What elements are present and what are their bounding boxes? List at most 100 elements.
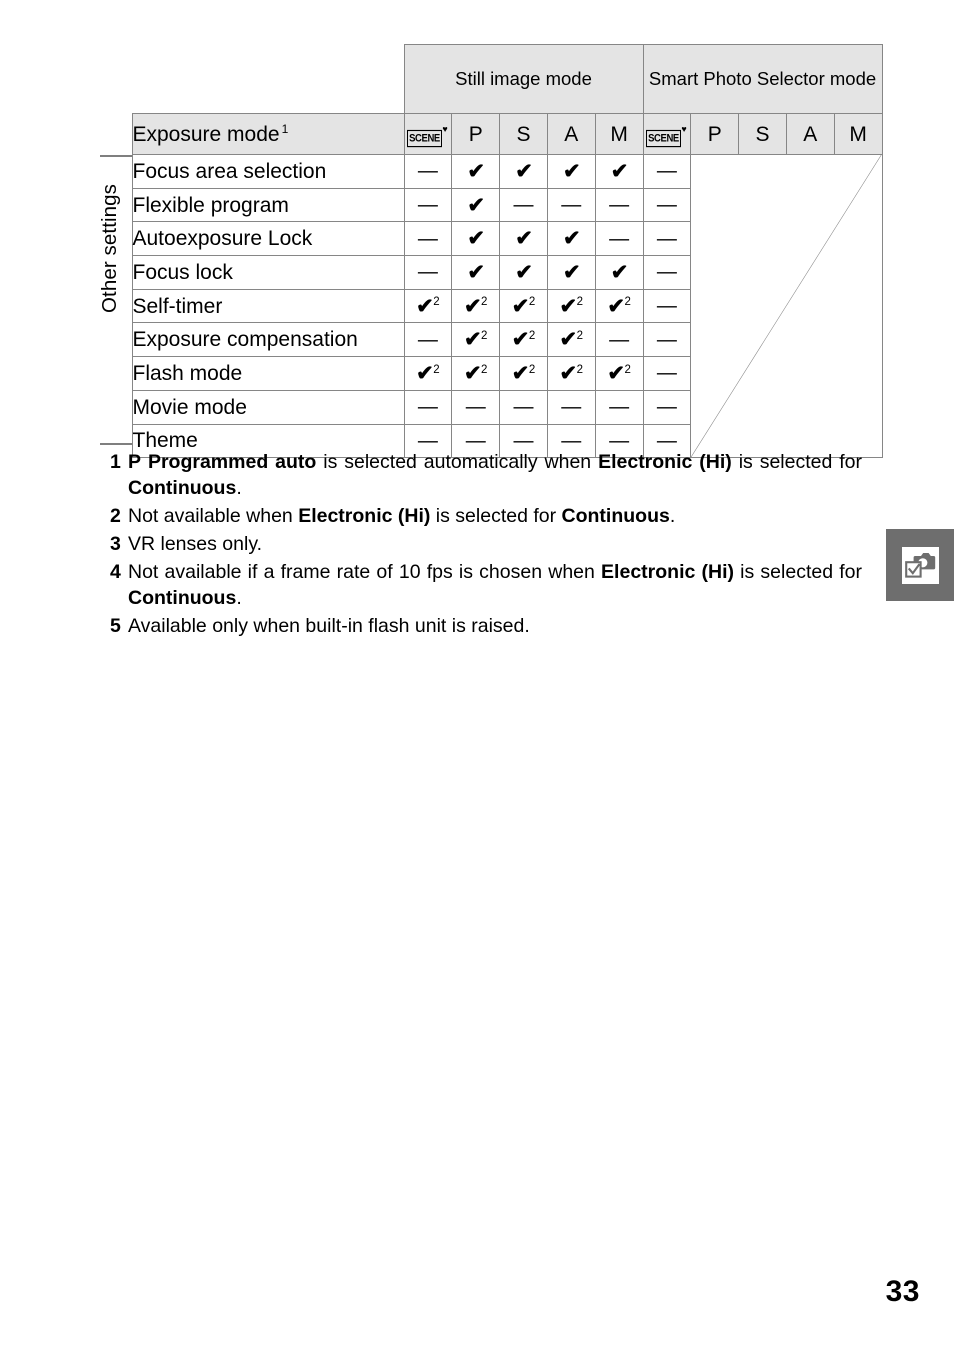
cell: ✔ [546, 221, 596, 257]
scene-icon: SCENE [645, 128, 682, 147]
dash-icon: — [417, 194, 438, 217]
cell: — [642, 154, 692, 189]
cell-footnote-ref: 2 [624, 296, 631, 309]
check-icon: ✔ [416, 361, 434, 385]
dash-icon: — [656, 160, 677, 183]
footnote-item: 3 VR lenses only. [110, 532, 862, 558]
scene-icon: SCENE [406, 128, 443, 147]
cell: — [642, 187, 692, 223]
cell-footnote-ref: 2 [528, 363, 536, 376]
cell: ✔2 [403, 356, 453, 391]
mode-col-header-a-still: A [546, 113, 596, 155]
cell: ✔2 [451, 288, 501, 324]
exposure-mode-matrix-table: Other settings Still image mode Smart Ph… [98, 44, 883, 459]
cell: ✔ [594, 255, 644, 290]
footnote-number: 5 [110, 614, 121, 637]
cell: ✔ [546, 154, 596, 189]
check-icon: ✔ [559, 361, 578, 385]
cell: — [403, 389, 453, 425]
dash-icon: — [609, 194, 630, 217]
cell: — [642, 322, 692, 358]
mode-col-header-scene-sps: SCENE♥ [642, 113, 692, 155]
mode-col-header-scene-still: SCENE♥ [403, 113, 453, 155]
camera-checkbox-icon [901, 546, 939, 584]
cell-footnote-ref: 2 [481, 296, 488, 309]
cell: ✔2 [451, 322, 501, 358]
dash-icon: — [561, 194, 582, 217]
cell: ✔2 [451, 356, 501, 391]
cell: — [642, 288, 692, 324]
mode-col-header-s-still: S [499, 113, 548, 155]
cell-footnote-ref: 2 [528, 329, 536, 342]
section-side-tab[interactable] [886, 529, 954, 601]
dash-icon: — [417, 160, 438, 183]
dash-icon: — [513, 396, 534, 419]
cell: — [594, 389, 644, 425]
cell: — [403, 221, 453, 257]
cell: ✔ [451, 187, 501, 223]
check-icon: ✔ [515, 227, 533, 251]
cell: ✔ [546, 255, 596, 290]
mode-col-header-a-sps: A [785, 113, 835, 155]
cell: — [403, 322, 453, 358]
dash-icon: — [465, 429, 486, 452]
cell-footnote-ref: 2 [433, 363, 440, 376]
cell: ✔2 [546, 322, 596, 358]
cell: ✔2 [546, 356, 596, 391]
cell: — [594, 187, 644, 223]
check-icon: ✔ [416, 294, 434, 318]
dash-icon: — [656, 261, 677, 284]
cell-footnote-ref: 2 [433, 296, 440, 309]
dash-icon: — [417, 396, 438, 419]
cell: — [594, 322, 644, 358]
check-icon: ✔ [463, 328, 482, 352]
group-header-spacer [132, 45, 404, 114]
cell: ✔2 [594, 356, 644, 391]
check-icon: ✔ [559, 294, 578, 318]
exposure-mode-footnote-ref: 1 [281, 121, 289, 136]
footnote-item: 4 Not available if a frame rate of 10 fp… [110, 560, 862, 612]
cell: ✔2 [499, 356, 548, 391]
check-icon: ✔ [467, 227, 485, 251]
cell: — [451, 389, 501, 425]
mode-col-header-m-still: M [594, 113, 644, 155]
mode-col-header-s-sps: S [738, 113, 787, 155]
check-icon: ✔ [515, 260, 533, 284]
cell: — [403, 154, 453, 189]
row-label: Flexible program [131, 187, 405, 223]
row-label: Flash mode [131, 356, 405, 391]
row-label: Exposure compensation [131, 322, 405, 358]
cell-footnote-ref: 2 [576, 329, 584, 342]
cell-footnote-ref: 2 [576, 363, 584, 376]
dash-icon: — [417, 429, 438, 452]
dash-icon: — [417, 328, 438, 351]
page-number: 33 [885, 1275, 920, 1308]
mode-col-header-m-sps: M [833, 113, 883, 155]
dash-icon: — [656, 328, 677, 351]
cell: — [642, 221, 692, 257]
dash-icon: — [561, 396, 582, 419]
mode-col-header-p-still: P [451, 113, 501, 155]
check-icon: ✔ [562, 159, 581, 183]
footnote-item: 1 P Programmed auto is selected automati… [110, 450, 862, 502]
dash-icon: — [465, 396, 486, 419]
cell: ✔2 [499, 288, 548, 324]
cell: ✔ [451, 154, 501, 189]
check-icon: ✔ [467, 260, 485, 284]
comparison-table-wrapper: Other settings Still image mode Smart Ph… [98, 44, 883, 459]
group-header-still-image-mode: Still image mode [403, 44, 644, 114]
cell: — [642, 255, 692, 290]
footnote-number: 3 [110, 532, 121, 555]
cell: ✔ [451, 221, 501, 257]
cell: — [499, 389, 548, 425]
dash-icon: — [656, 396, 677, 419]
cell-footnote-ref: 2 [481, 329, 488, 342]
check-icon: ✔ [467, 159, 485, 183]
cell-footnote-ref: 2 [481, 363, 488, 376]
cell: — [642, 389, 692, 425]
cell: — [403, 187, 453, 223]
cell-footnote-ref: 2 [624, 363, 631, 376]
dash-icon: — [656, 429, 677, 452]
side-label-other-settings: Other settings [98, 184, 121, 314]
footnote-text: P Programmed auto is selected automatica… [128, 451, 863, 499]
